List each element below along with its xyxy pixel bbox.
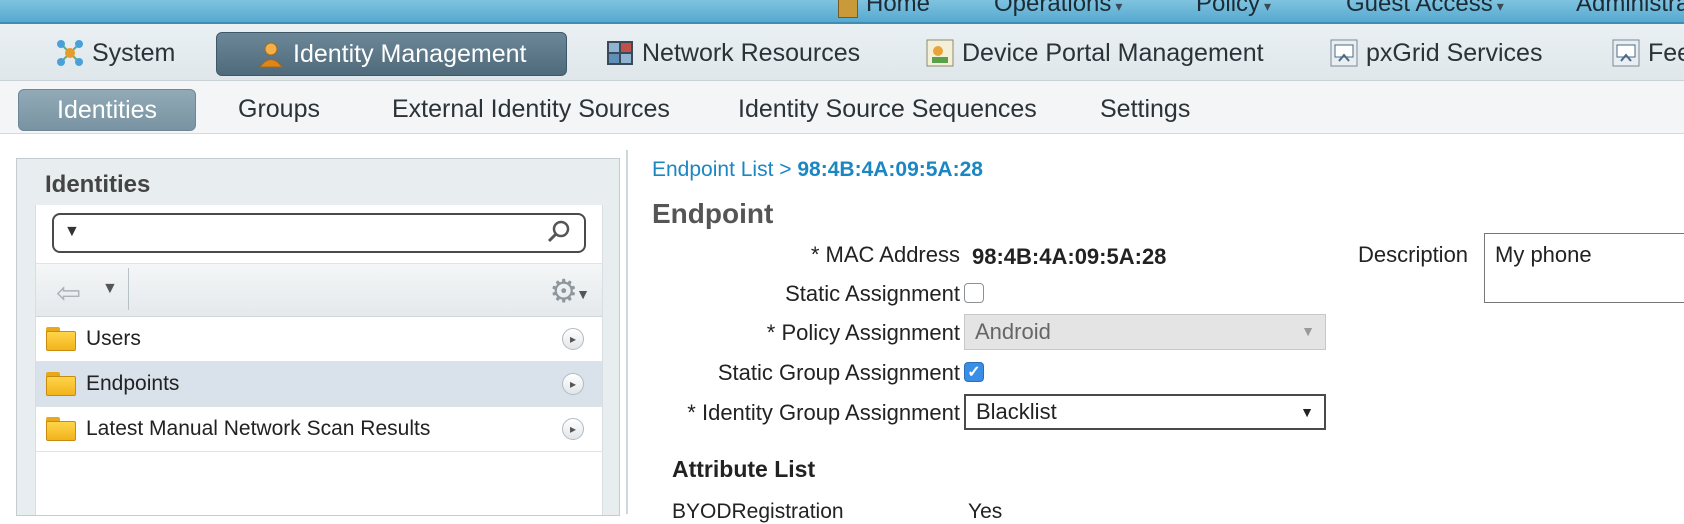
chevron-right-icon[interactable]: ▸ [562, 373, 584, 395]
static-group-assignment-checkbox[interactable]: ✓ [964, 362, 984, 382]
static-assignment-checkbox[interactable] [964, 283, 984, 303]
search-icon[interactable] [546, 219, 572, 250]
mac-address-label: * MAC Address [810, 242, 960, 267]
static-assignment-label: Static Assignment [785, 281, 960, 306]
tree-item-users[interactable]: Users ▸ [36, 317, 602, 362]
sub-tab-bar: Identities Groups External Identity Sour… [0, 81, 1684, 134]
tree-item-network-scan-results[interactable]: Latest Manual Network Scan Results ▸ [36, 407, 602, 452]
folder-icon [46, 327, 76, 351]
chevron-down-icon[interactable]: ▼ [576, 286, 590, 302]
mac-address-value: 98:4B:4A:09:5A:28 [972, 244, 1167, 269]
tree-item-endpoints[interactable]: Endpoints ▸ [36, 362, 602, 407]
nav-policy[interactable]: Policy ▾ [1196, 0, 1271, 18]
description-label: Description [1358, 242, 1469, 267]
tab-network-resources[interactable]: Network Resources [606, 32, 860, 74]
back-arrow-icon[interactable]: ⇦ [56, 276, 81, 311]
tab-system[interactable]: System [56, 32, 175, 74]
nav-administration[interactable]: Administra [1576, 0, 1684, 18]
chevron-right-icon[interactable]: ▸ [562, 328, 584, 350]
panel-title: Identities [45, 171, 151, 198]
user-icon [257, 40, 285, 68]
chevron-down-icon: ▾ [1496, 0, 1504, 14]
identity-group-value: Blacklist [976, 399, 1057, 424]
page-title: Endpoint [652, 198, 774, 229]
chevron-down-icon[interactable]: ▼ [64, 223, 80, 241]
tab-feed-service[interactable]: Fee [1612, 32, 1684, 74]
main-tab-bar: System Identity Management Network Resou… [0, 24, 1684, 81]
chevron-down-icon: ▾ [1115, 0, 1123, 14]
home-icon [838, 0, 858, 18]
breadcrumb-current: 98:4B:4A:09:5A:28 [797, 158, 983, 181]
chevron-down-icon: ▼ [1301, 323, 1315, 339]
top-nav: Home Operations ▾ Policy ▾ Guest Access ▾ A… [0, 0, 1684, 24]
toolbar-divider [128, 268, 129, 310]
chevron-down-icon: ▾ [1264, 0, 1272, 14]
feed-icon [1612, 39, 1640, 67]
panel-splitter[interactable] [626, 150, 628, 514]
description-field[interactable]: My phone [1484, 233, 1684, 303]
search-input[interactable] [94, 219, 538, 247]
tree-toolbar: ⇦ ▼ ⚙ ▼ [36, 263, 602, 317]
pxgrid-icon [1330, 39, 1358, 67]
search-box: ▼ [52, 213, 586, 253]
portal-icon [926, 39, 954, 67]
attribute-name: BYODRegistration [672, 500, 844, 523]
folder-icon [46, 372, 76, 396]
folder-icon [46, 417, 76, 441]
nav-guest-access[interactable]: Guest Access ▾ [1346, 0, 1504, 18]
identity-group-assignment-label: * Identity Group Assignment [687, 400, 960, 425]
chevron-down-icon: ▼ [1300, 404, 1314, 420]
policy-assignment-select: Android ▼ [964, 314, 1326, 350]
subtab-identities[interactable]: Identities [18, 89, 197, 131]
policy-assignment-label: * Policy Assignment [766, 320, 960, 345]
identities-tree-container: ▼ ⇦ ▼ ⚙ ▼ Users ▸ Endpoints ▸ Latest Man… [35, 205, 603, 515]
subtab-external-identity-sources[interactable]: External Identity Sources [392, 89, 670, 129]
chevron-right-icon[interactable]: ▸ [562, 418, 584, 440]
tab-device-portal-management[interactable]: Device Portal Management [926, 32, 1264, 74]
identities-panel: Identities ▼ ⇦ ▼ ⚙ ▼ Users ▸ Endpoints ▸ [16, 158, 620, 516]
breadcrumb-separator: > [779, 158, 792, 181]
gear-icon[interactable]: ⚙ [549, 272, 578, 310]
identity-group-assignment-select[interactable]: Blacklist ▼ [964, 394, 1326, 430]
server-grid-icon [606, 39, 634, 67]
nav-home[interactable]: Home [838, 0, 930, 18]
tab-identity-management[interactable]: Identity Management [216, 32, 568, 76]
subtab-identity-source-sequences[interactable]: Identity Source Sequences [738, 89, 1037, 129]
attribute-value: Yes [968, 500, 1003, 523]
chevron-down-icon[interactable]: ▼ [102, 280, 118, 298]
network-icon [56, 39, 84, 67]
static-group-assignment-label: Static Group Assignment [717, 360, 960, 385]
breadcrumb: Endpoint List > 98:4B:4A:09:5A:28 [652, 158, 983, 182]
subtab-settings[interactable]: Settings [1100, 89, 1190, 129]
subtab-groups[interactable]: Groups [238, 89, 320, 129]
tab-pxgrid-services[interactable]: pxGrid Services [1330, 32, 1542, 74]
breadcrumb-endpoint-list-link[interactable]: Endpoint List [652, 158, 773, 181]
nav-operations[interactable]: Operations ▾ [994, 0, 1122, 18]
policy-assignment-value: Android [975, 319, 1051, 344]
attribute-list-title: Attribute List [672, 456, 816, 482]
